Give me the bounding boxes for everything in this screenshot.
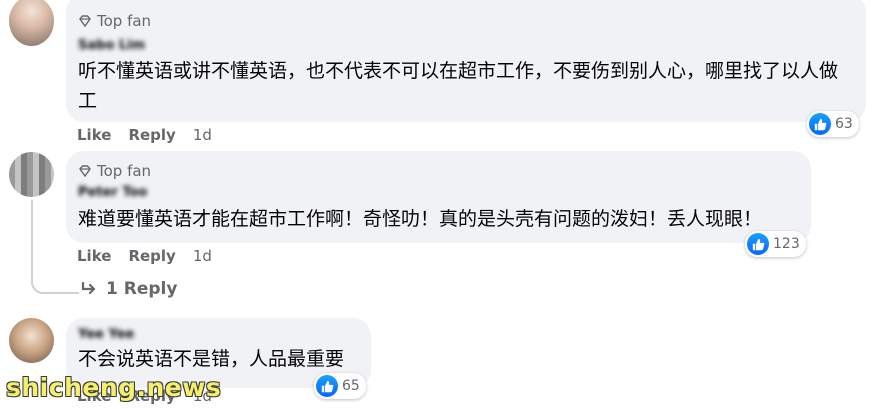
reaction-count[interactable]: 65 (314, 373, 366, 399)
comment-actions: Like Reply 1d (77, 126, 212, 144)
top-fan-badge: Top fan (78, 162, 151, 180)
diamond-badge-icon (79, 15, 91, 28)
like-button[interactable]: Like (77, 126, 111, 144)
avatar[interactable] (9, 152, 54, 197)
comment-text: 听不懂英语或讲不懂英语，也不代表不可以在超市工作，不要伤到别人心，哪里找了以人做… (78, 60, 839, 112)
reaction-number: 63 (835, 116, 853, 132)
view-replies-link[interactable]: 1 Reply (80, 279, 177, 299)
commenter-name[interactable]: Yee Yee (78, 327, 134, 342)
timestamp[interactable]: 1d (193, 126, 212, 144)
reply-button[interactable]: Reply (128, 126, 175, 144)
view-replies-label: 1 Reply (106, 279, 178, 299)
reply-button[interactable]: Reply (128, 247, 175, 265)
commenter-name[interactable]: Peter Too (78, 185, 147, 200)
diamond-badge-icon (79, 165, 91, 178)
reaction-number: 123 (773, 236, 800, 252)
thumbs-up-icon (809, 113, 831, 135)
thumbs-up-icon (747, 233, 769, 255)
commenter-name[interactable]: Sabo Lim (78, 38, 145, 53)
comment-actions: Like Reply 1d (77, 247, 212, 265)
watermark: shicheng.news (6, 373, 222, 402)
reaction-number: 65 (342, 378, 360, 394)
reaction-count[interactable]: 63 (807, 111, 859, 137)
avatar[interactable] (9, 0, 54, 46)
comment-text: 难道要懂英语才能在超市工作啊！奇怪叻！真的是头壳有问题的泼妇！丢人现眼！ (78, 208, 763, 230)
top-fan-label: Top fan (97, 162, 152, 180)
top-fan-label: Top fan (97, 12, 152, 30)
avatar[interactable] (9, 318, 54, 363)
reply-arrow-icon (81, 281, 96, 295)
like-button[interactable]: Like (77, 247, 111, 265)
reaction-count[interactable]: 123 (745, 231, 806, 257)
thumbs-up-icon (316, 375, 338, 397)
top-fan-badge: Top fan (78, 12, 151, 30)
timestamp[interactable]: 1d (193, 247, 212, 265)
comment-text: 不会说英语不是错，人品最重要 (78, 348, 345, 370)
